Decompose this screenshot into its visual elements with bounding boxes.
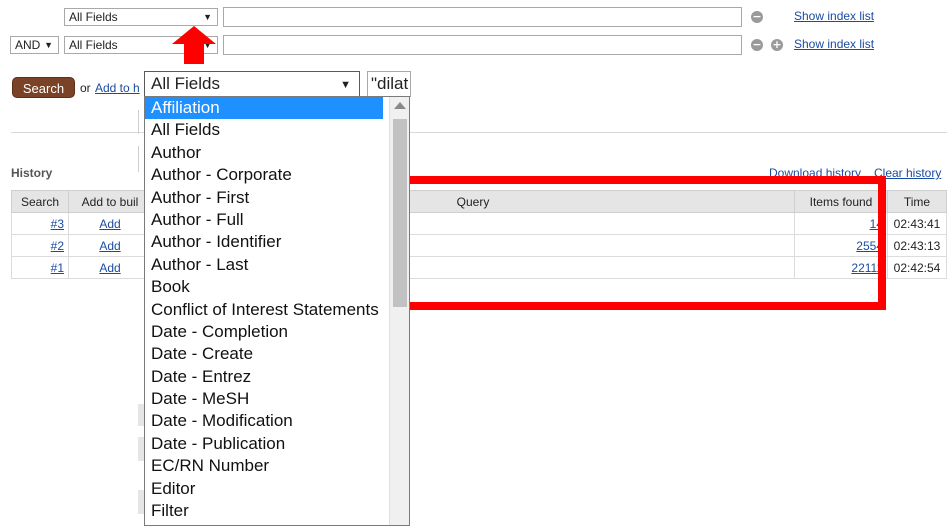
column-header-search: Search: [11, 190, 69, 213]
query-input-value: "dilat: [371, 74, 409, 93]
or-text: or: [80, 81, 91, 95]
add-row-icon[interactable]: +: [771, 39, 783, 51]
dropdown-option[interactable]: Book: [145, 276, 383, 298]
dropdown-option[interactable]: Date - MeSH: [145, 388, 383, 410]
field-select-row1-value: All Fields: [69, 10, 118, 24]
term-input-row2[interactable]: [223, 35, 742, 55]
dropdown-option[interactable]: Author: [145, 142, 383, 164]
show-index-list-link-row2[interactable]: Show index list: [794, 37, 874, 51]
dropdown-option[interactable]: Editor: [145, 478, 383, 500]
dropdown-option[interactable]: Author - Corporate: [145, 164, 383, 186]
search-number-link[interactable]: #2: [51, 239, 64, 253]
dropdown-option[interactable]: Affiliation: [145, 97, 383, 120]
column-header-add: Add to buil: [68, 190, 152, 213]
boolean-select-row2[interactable]: AND ▼: [10, 36, 59, 54]
search-number-link[interactable]: #1: [51, 261, 64, 275]
scroll-thumb[interactable]: [393, 119, 407, 307]
term-input-row1[interactable]: [223, 7, 742, 27]
divider: [138, 110, 139, 134]
time-cell: 02:43:41: [887, 212, 947, 235]
boolean-select-value: AND: [15, 38, 41, 52]
divider: [138, 146, 139, 172]
dropdown-option[interactable]: Author - Last: [145, 254, 383, 276]
column-header-time: Time: [887, 190, 947, 213]
remove-row-icon[interactable]: −: [751, 11, 763, 23]
field-select-open-value: All Fields: [151, 74, 220, 93]
dropdown-scrollbar[interactable]: [389, 97, 409, 525]
add-link[interactable]: Add: [99, 217, 120, 231]
field-select-open[interactable]: All Fields ▼: [144, 71, 360, 97]
field-select-row1[interactable]: All Fields ▼: [64, 8, 218, 26]
add-link[interactable]: Add: [99, 261, 120, 275]
chevron-down-icon: ▼: [340, 79, 351, 91]
dropdown-option[interactable]: Author - Identifier: [145, 231, 383, 253]
search-number-link[interactable]: #3: [51, 217, 64, 231]
dropdown-option[interactable]: All Fields: [145, 119, 383, 141]
field-dropdown-list[interactable]: Affiliation All Fields Author Author - Corp…: [144, 96, 410, 526]
scroll-up-arrow-icon[interactable]: [394, 102, 406, 109]
dropdown-option[interactable]: Date - Entrez: [145, 366, 383, 388]
red-box-annotation: [390, 176, 886, 310]
time-cell: 02:43:13: [887, 234, 947, 257]
remove-row-icon[interactable]: −: [751, 39, 763, 51]
dropdown-option[interactable]: Date - Publication: [145, 433, 383, 455]
dropdown-option[interactable]: Filter: [145, 500, 383, 522]
red-arrow-annotation-icon: [172, 26, 216, 64]
history-title: History: [11, 166, 53, 180]
dropdown-option[interactable]: Date - Modification: [145, 410, 383, 432]
dropdown-option[interactable]: Author - Full: [145, 209, 383, 231]
dropdown-option[interactable]: Author - First: [145, 187, 383, 209]
dropdown-option[interactable]: EC/RN Number: [145, 455, 383, 477]
add-link[interactable]: Add: [99, 239, 120, 253]
chevron-down-icon: ▼: [44, 40, 53, 50]
show-index-list-link-row1[interactable]: Show index list: [794, 9, 874, 23]
search-button[interactable]: Search: [12, 77, 75, 98]
dropdown-option[interactable]: Date - Completion: [145, 321, 383, 343]
time-cell: 02:42:54: [887, 256, 947, 279]
dropdown-option[interactable]: Conflict of Interest Statements: [145, 299, 383, 321]
add-to-history-link[interactable]: Add to h: [95, 81, 143, 95]
field-select-row2-value: All Fields: [69, 38, 118, 52]
dropdown-items: Affiliation All Fields Author Author - Corp…: [145, 97, 409, 522]
chevron-down-icon: ▼: [203, 12, 212, 22]
dropdown-option[interactable]: Date - Create: [145, 343, 383, 365]
query-input[interactable]: "dilat: [367, 71, 411, 97]
